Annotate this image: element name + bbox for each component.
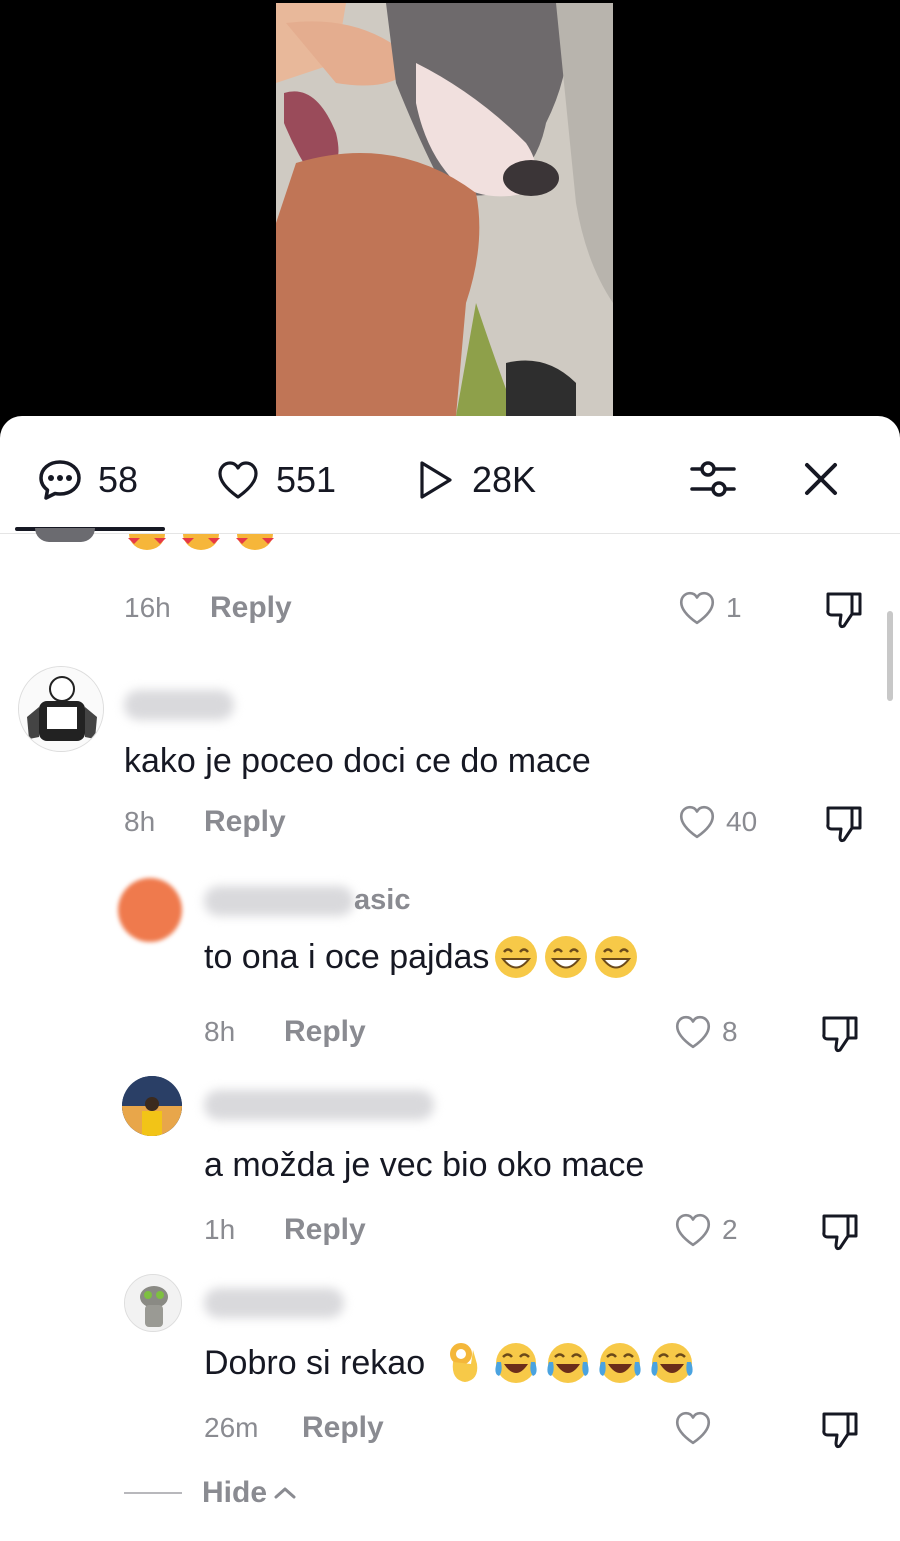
username-blurred xyxy=(204,1288,344,1318)
hide-replies-button[interactable]: Hide xyxy=(124,1476,297,1510)
reply-button[interactable]: Reply xyxy=(204,805,286,839)
like-count: 1 xyxy=(726,592,742,623)
comment-text-row: to ona i oce pajdas xyxy=(204,934,639,980)
emoji-row xyxy=(124,534,278,552)
comment-time: 1h xyxy=(204,1214,236,1245)
comments-sheet: 58 551 28K 16h Reply 1 kako je poceo doc… xyxy=(0,416,900,1541)
reply-comment-item: Dobro si rekao 26m Reply xyxy=(0,1274,900,1464)
chat-bubble-icon xyxy=(39,460,81,500)
tears-of-joy-emoji xyxy=(547,1343,589,1383)
divider-line xyxy=(124,1492,182,1494)
video-area[interactable] xyxy=(0,0,900,430)
reply-comment-item: asic to ona i oce pajdas 8h Reply 8 xyxy=(0,874,900,1054)
ok-hand-emoji xyxy=(450,1343,478,1382)
smiling-face-hearts-emoji xyxy=(236,534,274,550)
like-button[interactable]: 2 xyxy=(672,1209,738,1251)
comment-text: kako je poceo doci ce do mace xyxy=(124,742,591,780)
comment-time: 26m xyxy=(204,1412,259,1443)
reply-comment-item: a možda je vec bio oko mace 1h Reply 2 xyxy=(0,1076,900,1256)
smiling-face-hearts-emoji xyxy=(182,534,220,550)
comment-text: a možda je vec bio oko mace xyxy=(204,1146,645,1184)
tab-views[interactable]: 28K xyxy=(410,456,536,504)
heart-outline-icon xyxy=(679,805,715,839)
tab-likes[interactable]: 551 xyxy=(214,456,336,504)
like-count: 8 xyxy=(722,1016,738,1047)
avatar[interactable] xyxy=(118,878,182,942)
like-count: 40 xyxy=(726,806,758,837)
like-button[interactable]: 40 xyxy=(676,801,757,843)
comment-item: kako je poceo doci ce do mace 8h Reply 4… xyxy=(0,666,900,846)
stats-bar: 58 551 28K xyxy=(0,416,900,534)
avatar[interactable] xyxy=(124,1274,182,1332)
heart-outline-icon xyxy=(675,1411,711,1445)
heart-outline-icon xyxy=(675,1015,711,1049)
avatar-image xyxy=(122,1076,182,1136)
username-blurred xyxy=(204,886,354,916)
avatar[interactable] xyxy=(18,666,104,752)
thumbs-down-icon[interactable] xyxy=(818,1408,862,1452)
tears-of-joy-emoji xyxy=(495,1343,537,1383)
avatar[interactable] xyxy=(122,1076,182,1136)
heart-outline-icon xyxy=(218,461,258,499)
reply-button[interactable]: Reply xyxy=(284,1015,366,1049)
like-count: 2 xyxy=(722,1214,738,1245)
avatar-image xyxy=(125,1275,181,1331)
thumbs-down-icon[interactable] xyxy=(822,802,866,846)
video-thumbnail[interactable] xyxy=(276,3,613,416)
heart-outline-icon xyxy=(679,591,715,625)
hide-label: Hide xyxy=(202,1476,268,1509)
username-blurred xyxy=(124,690,234,720)
tears-of-joy-emoji xyxy=(651,1343,693,1383)
username[interactable]: asic xyxy=(354,884,410,917)
avatar-image xyxy=(19,667,103,751)
thumbs-down-icon[interactable] xyxy=(818,1012,862,1056)
close-icon[interactable] xyxy=(796,454,846,504)
grinning-face-emoji xyxy=(495,936,538,978)
thumbs-down-icon[interactable] xyxy=(822,588,866,632)
comment-time: 16h xyxy=(124,592,171,623)
comments-count: 58 xyxy=(98,459,139,500)
comment-text: Dobro si rekao xyxy=(204,1343,426,1382)
tab-comments[interactable]: 58 xyxy=(36,456,138,504)
comment-item: 16h Reply 1 xyxy=(0,528,900,634)
reply-button[interactable]: Reply xyxy=(284,1213,366,1247)
play-icon xyxy=(420,461,452,499)
smiling-face-hearts-emoji xyxy=(128,534,166,550)
video-image xyxy=(276,3,613,416)
views-count: 28K xyxy=(472,459,537,500)
likes-count: 551 xyxy=(276,459,337,500)
comment-text-row: Dobro si rekao xyxy=(204,1340,695,1386)
comment-time: 8h xyxy=(124,806,156,837)
tears-of-joy-emoji xyxy=(599,1343,641,1383)
heart-outline-icon xyxy=(675,1213,711,1247)
reply-button[interactable]: Reply xyxy=(302,1411,384,1445)
grinning-face-emoji xyxy=(545,936,588,978)
reply-button[interactable]: Reply xyxy=(210,591,292,625)
sliders-icon[interactable] xyxy=(688,454,738,504)
comment-text: to ona i oce pajdas xyxy=(204,937,490,976)
like-button[interactable] xyxy=(672,1407,722,1449)
chevron-up-icon xyxy=(274,1487,296,1499)
like-button[interactable]: 8 xyxy=(672,1011,738,1053)
username-blurred xyxy=(204,1090,434,1120)
thumbs-down-icon[interactable] xyxy=(818,1210,862,1254)
grinning-face-emoji xyxy=(595,936,638,978)
avatar[interactable] xyxy=(35,528,95,542)
like-button[interactable]: 1 xyxy=(676,587,742,629)
comment-time: 8h xyxy=(204,1016,236,1047)
